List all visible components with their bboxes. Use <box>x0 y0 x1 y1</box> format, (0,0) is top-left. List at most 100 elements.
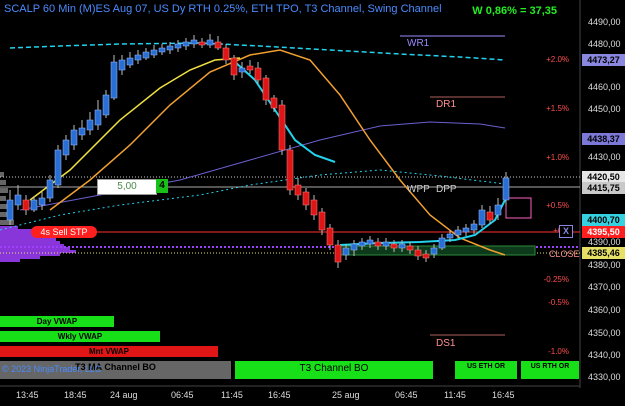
price-tick: 4330,00 <box>588 372 621 382</box>
volume-profile-bar <box>0 250 76 253</box>
bear-candle <box>334 244 342 263</box>
bear-candle <box>486 211 494 221</box>
bull-candle <box>110 61 118 99</box>
bull-candle <box>142 51 150 59</box>
pct-label: +0.5% <box>546 201 569 210</box>
time-tick: 24 aug <box>110 390 138 400</box>
pnl-readout: W 0,86% = 37,35 <box>472 5 557 17</box>
volume-profile-bar <box>0 220 14 225</box>
bull-candle <box>206 39 214 46</box>
pct-label: -1.0% <box>548 347 569 356</box>
pct-label: +1.5% <box>546 104 569 113</box>
sell-stop-order[interactable]: 4s Sell STP <box>31 226 97 238</box>
volume-profile-bar <box>0 238 56 241</box>
bull-candle <box>38 197 46 206</box>
price-marker-last: 4395,50 <box>582 226 625 238</box>
bull-candle <box>238 67 246 73</box>
copyright: © 2023 NinjaTrader, LLC <box>2 364 102 374</box>
level-dr1-label: DR1 <box>436 99 457 110</box>
level-dpp-label: DPP <box>436 184 457 195</box>
bear-candle <box>222 47 230 61</box>
bear-candle <box>214 41 222 49</box>
price-marker-t3: 4400,70 <box>582 214 625 226</box>
price-marker-close: 4385,46 <box>582 247 625 259</box>
price-tick: 4450,00 <box>588 104 621 114</box>
bear-candle <box>246 65 254 71</box>
price-tick: 4460,00 <box>588 82 621 92</box>
time-tick: 16:45 <box>268 390 291 400</box>
volume-profile-bar <box>0 229 34 232</box>
bull-candle <box>94 109 102 126</box>
bear-candle <box>414 249 422 257</box>
bear-candle <box>262 77 270 101</box>
bull-candle <box>102 94 110 116</box>
bull-candle <box>398 243 406 249</box>
pct-label: +2.0% <box>546 55 569 64</box>
price-tick: 4490,00 <box>588 17 621 27</box>
bear-candle <box>422 253 430 259</box>
bull-candle <box>190 39 198 45</box>
bear-candle <box>318 211 326 231</box>
volume-profile-bar <box>0 241 60 244</box>
bull-candle <box>342 247 350 256</box>
price-marker-wr1: 4473,27 <box>582 54 625 66</box>
bull-candle <box>438 237 446 249</box>
bull-candle <box>150 49 158 56</box>
bull-candle <box>430 247 438 255</box>
bull-candle <box>86 119 94 131</box>
price-tick: 4370,00 <box>588 282 621 292</box>
bear-candle <box>326 227 334 246</box>
bull-candle <box>478 209 486 226</box>
volume-profile-bar <box>0 247 70 250</box>
bull-candle <box>166 45 174 51</box>
price-marker-dpp: 4415,75 <box>582 182 625 194</box>
bull-candle <box>494 204 502 216</box>
time-tick: 11:45 <box>221 390 243 400</box>
tpo-value-area <box>339 245 536 256</box>
price-tick: 4360,00 <box>588 305 621 315</box>
time-tick: 11:45 <box>444 390 466 400</box>
time-tick: 16:45 <box>492 390 515 400</box>
price-tick: 4380,00 <box>588 260 621 270</box>
price-tick: 4430,00 <box>588 152 621 162</box>
bull-candle <box>158 47 166 53</box>
bear-candle <box>286 149 294 191</box>
volume-profile-bar <box>0 188 8 193</box>
bull-candle <box>46 179 54 199</box>
bull-candle <box>70 129 78 146</box>
level-wpp-label: WPP <box>407 184 430 195</box>
level-close-label: CLOSE <box>549 249 580 259</box>
bull-candle <box>446 233 454 239</box>
bull-candle <box>134 54 142 61</box>
bull-candle <box>174 43 182 49</box>
time-tick: 06:45 <box>171 390 194 400</box>
bear-candle <box>390 243 398 249</box>
bull-candle <box>462 227 470 233</box>
quantity-count[interactable]: 4 <box>156 179 168 193</box>
bull-candle <box>118 59 126 71</box>
bear-candle <box>254 67 262 81</box>
bull-candle <box>30 199 38 211</box>
bear-candle <box>198 41 206 46</box>
bear-candle <box>22 199 30 211</box>
bull-candle <box>502 177 510 201</box>
bear-candle <box>302 191 310 206</box>
bear-candle <box>294 184 302 196</box>
bull-candle <box>54 149 62 186</box>
t3-channel-bo-signal: T3 Channel BO <box>235 361 433 379</box>
mnt-vwap-signal: Mnt VWAP <box>0 346 218 357</box>
bull-candle <box>358 241 366 247</box>
time-tick: 25 aug <box>332 390 360 400</box>
bull-candle <box>126 57 134 66</box>
us-rth-or-signal: US RTH OR <box>521 361 579 379</box>
chart-title: SCALP 60 Min (M)ES Aug 07, US Dy RTH 0.2… <box>4 3 442 15</box>
quantity-input[interactable]: 5,00 <box>97 179 157 195</box>
price-tick: 4350,00 <box>588 328 621 338</box>
close-order-button[interactable]: X <box>559 225 573 238</box>
volume-profile-bar <box>0 259 20 262</box>
bear-candle <box>270 97 278 109</box>
bear-candle <box>374 241 382 247</box>
volume-profile-bar <box>0 256 40 259</box>
price-tick: 4480,00 <box>588 39 621 49</box>
volume-profile-bar <box>0 196 6 201</box>
